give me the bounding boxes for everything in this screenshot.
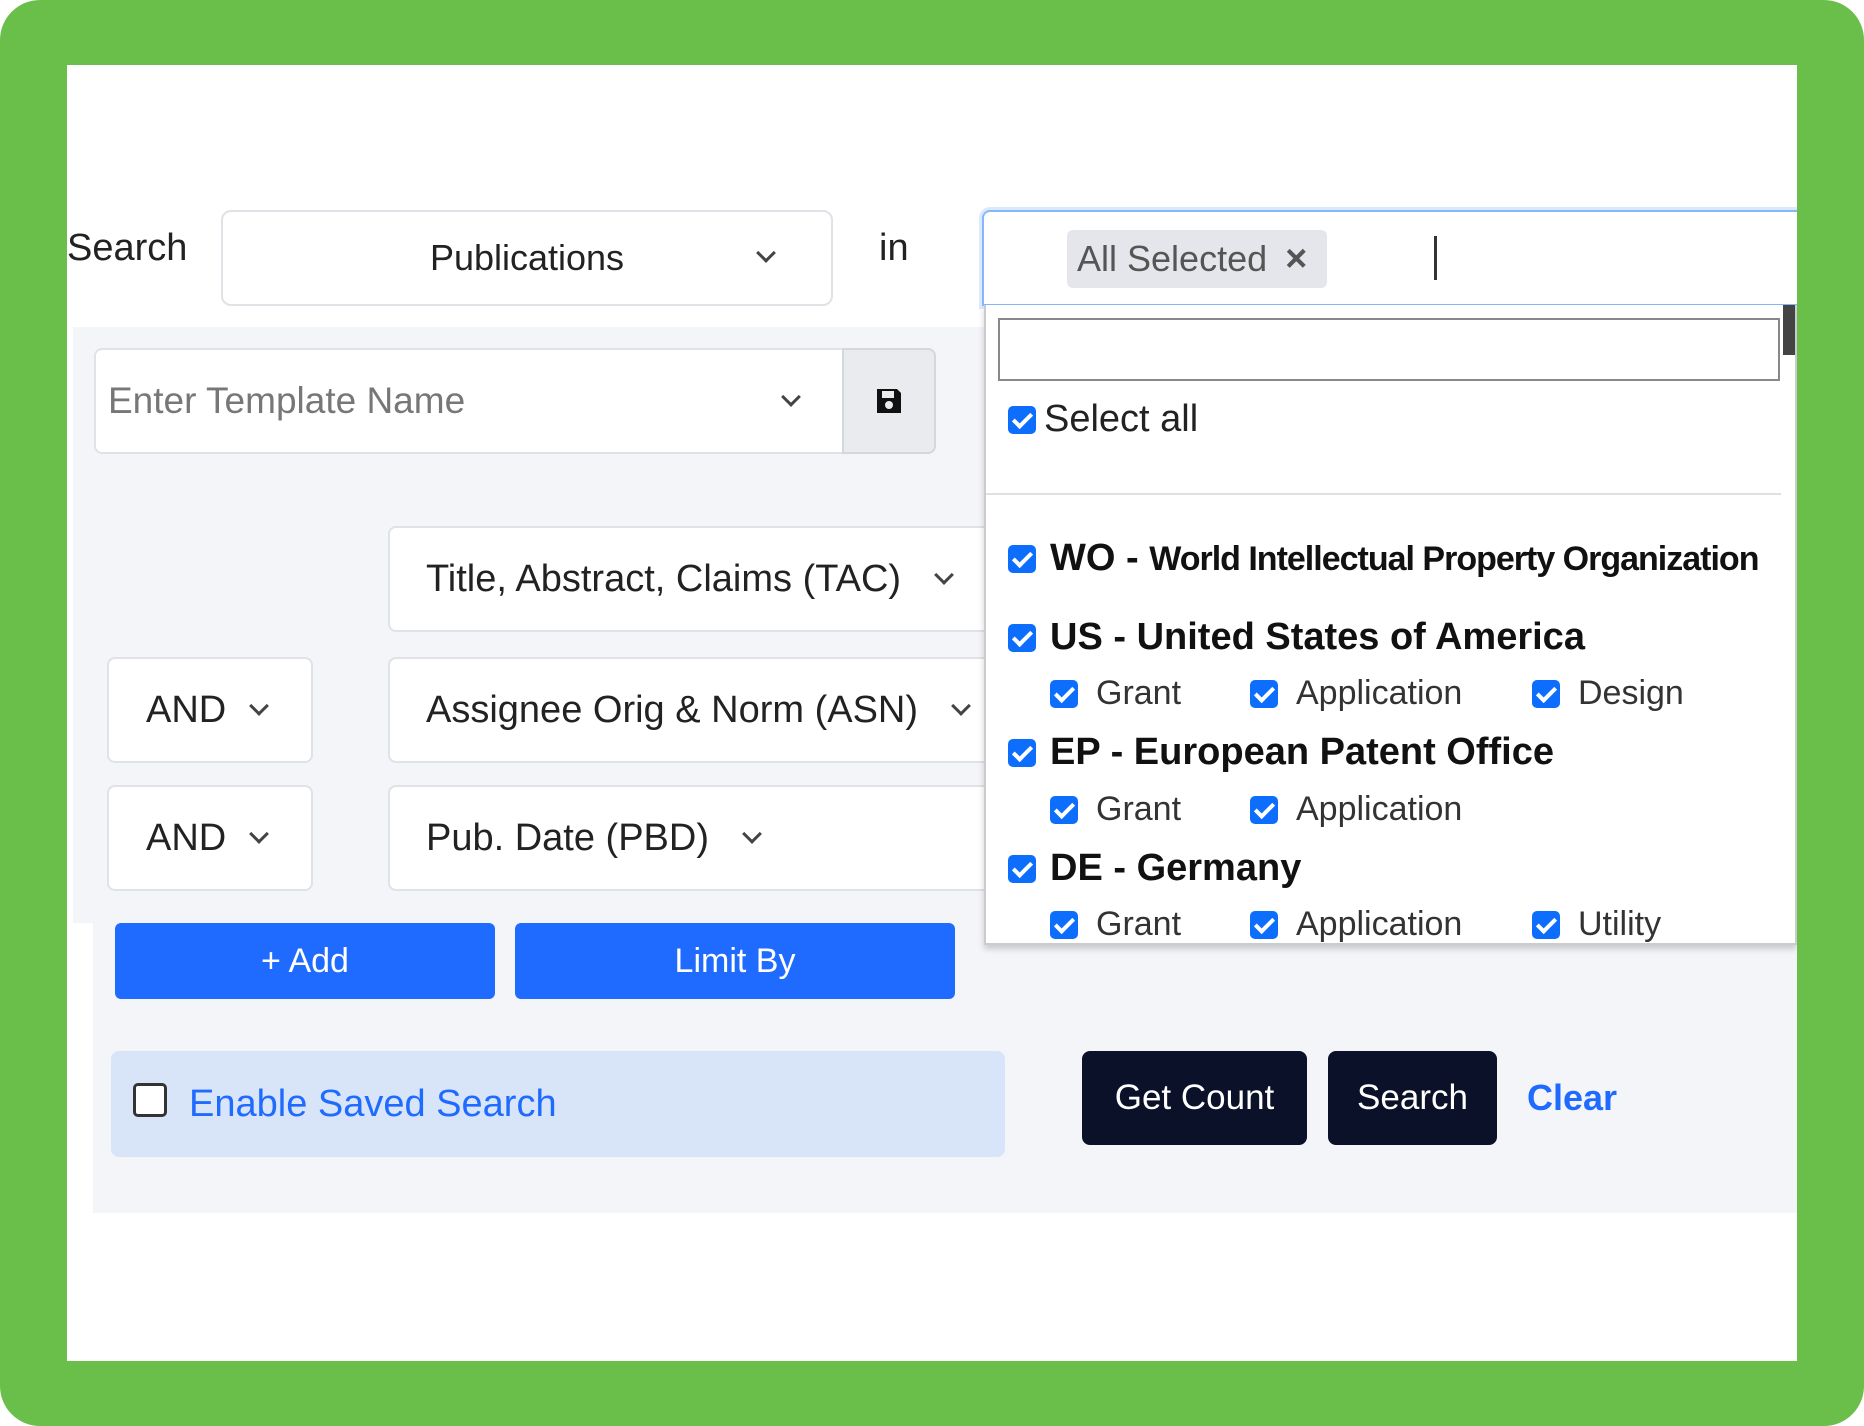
sub-option-label: Application <box>1296 790 1463 828</box>
checkbox-checked-icon <box>1008 854 1036 883</box>
field-select-2[interactable]: Assignee Orig & Norm (ASN) <box>388 657 1008 763</box>
sub-option-label: Application <box>1296 674 1463 712</box>
checkbox-checked-icon <box>1050 910 1078 939</box>
save-icon <box>877 389 901 413</box>
saved-search-checkbox[interactable] <box>133 1083 167 1117</box>
country-name: World Intellectual Property Organization <box>1149 540 1759 578</box>
dropdown-divider <box>986 493 1781 495</box>
template-name-select[interactable]: Enter Template Name <box>94 348 844 454</box>
checkbox-checked-icon <box>1008 405 1036 434</box>
select-all-label: Select all <box>1044 398 1199 440</box>
checkbox-checked-icon <box>1008 544 1036 573</box>
dropdown-scrollbar-thumb[interactable] <box>1783 305 1795 355</box>
field-select-3[interactable]: Pub. Date (PBD) <box>388 785 1008 891</box>
text-cursor <box>1434 236 1437 280</box>
checkbox-checked-icon <box>1050 679 1078 708</box>
country-label: EP - European Patent Office <box>1050 731 1554 774</box>
checkbox-checked-icon <box>1008 738 1036 767</box>
country-separator: - <box>1113 616 1137 658</box>
clear-link[interactable]: Clear <box>1527 1077 1617 1119</box>
sub-option[interactable]: Application <box>1250 905 1462 944</box>
chevron-down-icon <box>742 824 762 844</box>
checkbox-checked-icon <box>1250 679 1278 708</box>
operator-value: AND <box>146 688 227 731</box>
country-option-ep[interactable]: EP - European Patent Office <box>1008 731 1554 774</box>
close-icon[interactable]: × <box>1285 238 1307 281</box>
in-label: in <box>879 227 909 269</box>
sub-option-label: Design <box>1578 674 1684 712</box>
country-separator: - <box>1110 731 1134 773</box>
operator-select-2[interactable]: AND <box>107 657 313 763</box>
country-dropdown: Select all WO - World Intellectual Prope… <box>984 305 1797 945</box>
sub-option[interactable]: Grant <box>1050 905 1181 944</box>
country-code: US <box>1050 616 1103 658</box>
select-all-option[interactable]: Select all <box>1008 398 1198 441</box>
saved-search-box: Enable Saved Search <box>111 1051 1005 1157</box>
screenshot-frame: Search Publications in All Selected × En… <box>0 0 1864 1426</box>
field-select-value: Assignee Orig & Norm (ASN) <box>426 688 919 731</box>
country-separator: - <box>1113 847 1137 889</box>
selected-tag: All Selected × <box>1067 230 1328 288</box>
country-name: United States of America <box>1136 616 1585 658</box>
operator-value: AND <box>146 816 227 859</box>
field-select-value: Title, Abstract, Claims (TAC) <box>426 557 902 600</box>
country-option-wo[interactable]: WO - World Intellectual Property Organiz… <box>1008 537 1759 580</box>
chevron-down-icon <box>951 696 971 716</box>
chevron-down-icon <box>781 387 801 407</box>
country-label: DE - Germany <box>1050 847 1301 890</box>
country-code: WO <box>1050 537 1116 579</box>
get-count-button[interactable]: Get Count <box>1082 1051 1307 1145</box>
dropdown-search-input[interactable] <box>998 318 1780 381</box>
sub-option-label: Utility <box>1578 905 1662 943</box>
search-button[interactable]: Search <box>1328 1051 1497 1145</box>
checkbox-checked-icon <box>1250 795 1278 824</box>
sub-option[interactable]: Application <box>1250 790 1462 829</box>
country-option-de[interactable]: DE - Germany <box>1008 847 1301 890</box>
panel-notch <box>73 923 93 1213</box>
add-row-button[interactable]: + Add <box>115 923 495 999</box>
sub-option-label: Grant <box>1096 905 1182 943</box>
chevron-down-icon <box>249 824 270 844</box>
checkbox-checked-icon <box>1008 623 1036 652</box>
checkbox-checked-icon <box>1250 910 1278 939</box>
country-option-us[interactable]: US - United States of America <box>1008 616 1585 659</box>
search-type-select[interactable]: Publications <box>221 210 833 306</box>
chevron-down-icon <box>756 243 776 263</box>
country-name: European Patent Office <box>1133 731 1554 773</box>
checkbox-checked-icon <box>1532 679 1560 708</box>
country-code: EP <box>1050 731 1101 773</box>
field-select-value: Pub. Date (PBD) <box>426 816 709 859</box>
sub-option-label: Application <box>1296 905 1463 943</box>
search-page: Search Publications in All Selected × En… <box>67 65 1797 1361</box>
country-label: US - United States of America <box>1050 616 1585 659</box>
country-multiselect[interactable]: All Selected × <box>982 210 1797 306</box>
sub-option[interactable]: Grant <box>1050 790 1181 829</box>
sub-option[interactable]: Grant <box>1050 674 1181 713</box>
chevron-down-icon <box>249 696 270 716</box>
search-type-value: Publications <box>429 237 625 278</box>
chevron-down-icon <box>934 565 954 585</box>
selected-tag-label: All Selected <box>1077 238 1268 279</box>
sub-option-label: Grant <box>1096 790 1182 828</box>
sub-option-label: Grant <box>1096 674 1182 712</box>
limit-by-button[interactable]: Limit By <box>515 923 955 999</box>
sub-option[interactable]: Design <box>1532 674 1684 713</box>
operator-select-3[interactable]: AND <box>107 785 313 891</box>
country-label: WO - World Intellectual Property Organiz… <box>1050 537 1759 580</box>
country-separator: - <box>1126 537 1150 579</box>
country-name: Germany <box>1136 847 1302 889</box>
saved-search-label[interactable]: Enable Saved Search <box>189 1083 557 1126</box>
checkbox-checked-icon <box>1050 795 1078 824</box>
sub-option[interactable]: Application <box>1250 674 1462 713</box>
search-label: Search <box>67 227 188 269</box>
save-template-button[interactable] <box>842 348 936 454</box>
sub-option[interactable]: Utility <box>1532 905 1661 944</box>
country-code: DE <box>1050 847 1103 889</box>
field-select-1[interactable]: Title, Abstract, Claims (TAC) <box>388 526 1008 632</box>
template-name-input[interactable]: Enter Template Name <box>108 380 465 422</box>
checkbox-checked-icon <box>1532 910 1560 939</box>
